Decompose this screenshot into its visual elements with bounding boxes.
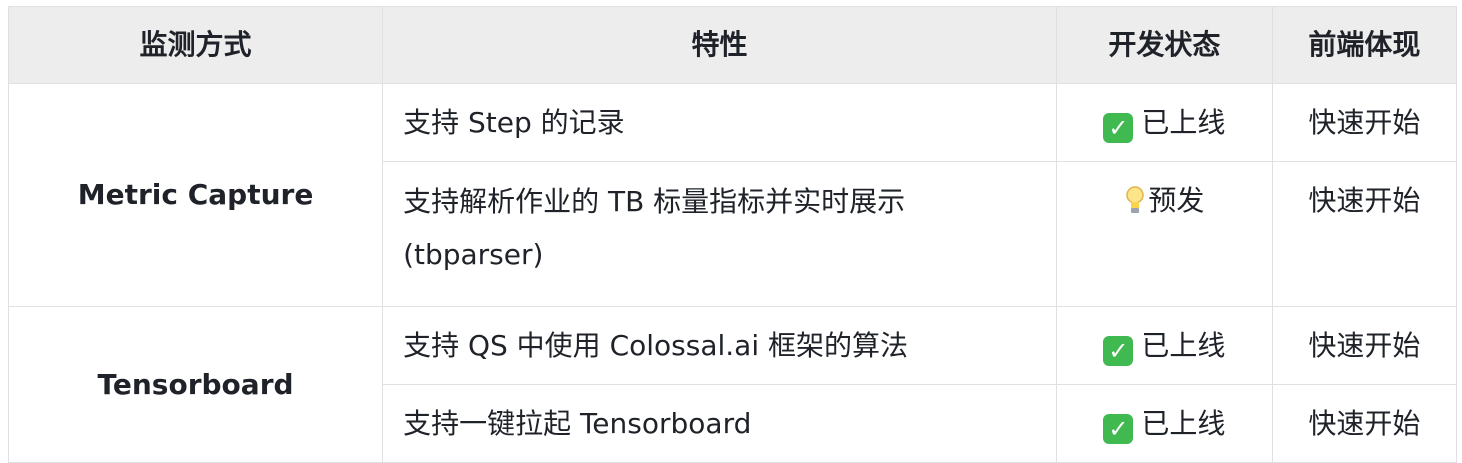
table-row: Metric Capture 支持 Step 的记录 ✓ 已上线 快速开始 — [7, 83, 1458, 307]
status-cell: ✓ 已上线 — [1056, 83, 1273, 162]
feature-cell: 支持 QS 中使用 Colossal.ai 框架的算法 — [382, 306, 1058, 385]
frontend-cell: 快速开始 — [1271, 83, 1458, 162]
frontend-cell: 快速开始 — [1271, 161, 1458, 307]
method-cell: Tensorboard — [7, 306, 384, 463]
status-cell: ✓ 已上线 — [1056, 384, 1273, 463]
status-text: 已上线 — [1141, 105, 1226, 139]
status-cell: 预发 — [1056, 161, 1273, 307]
frontend-cell: 快速开始 — [1271, 306, 1458, 385]
header-status: 开发状态 — [1056, 6, 1273, 84]
feature-cell: 支持 Step 的记录 — [382, 83, 1058, 162]
feature-cell: 支持解析作业的 TB 标量指标并实时展示 (tbparser) — [382, 161, 1058, 307]
status-text: 预发 — [1148, 184, 1205, 217]
status-text: 已上线 — [1141, 406, 1226, 440]
status-text: 已上线 — [1141, 328, 1226, 362]
table-row: Tensorboard 支持 QS 中使用 Colossal.ai 框架的算法 … — [7, 306, 1458, 463]
feature-cell: 支持一键拉起 Tensorboard — [382, 384, 1058, 463]
header-method: 监测方式 — [7, 6, 384, 84]
lightbulb-icon — [1124, 179, 1146, 213]
status-cell: ✓ 已上线 — [1056, 306, 1273, 385]
method-cell: Metric Capture — [7, 83, 384, 307]
frontend-cell: 快速开始 — [1271, 384, 1458, 463]
header-feature: 特性 — [382, 6, 1058, 84]
check-icon: ✓ — [1103, 335, 1134, 366]
header-frontend: 前端体现 — [1271, 6, 1458, 84]
feature-table: 监测方式 特性 开发状态 前端体现 Metric Capture 支持 Step… — [7, 6, 1458, 463]
check-icon: ✓ — [1103, 413, 1134, 444]
header-row: 监测方式 特性 开发状态 前端体现 — [7, 6, 1458, 84]
check-icon: ✓ — [1103, 112, 1134, 143]
